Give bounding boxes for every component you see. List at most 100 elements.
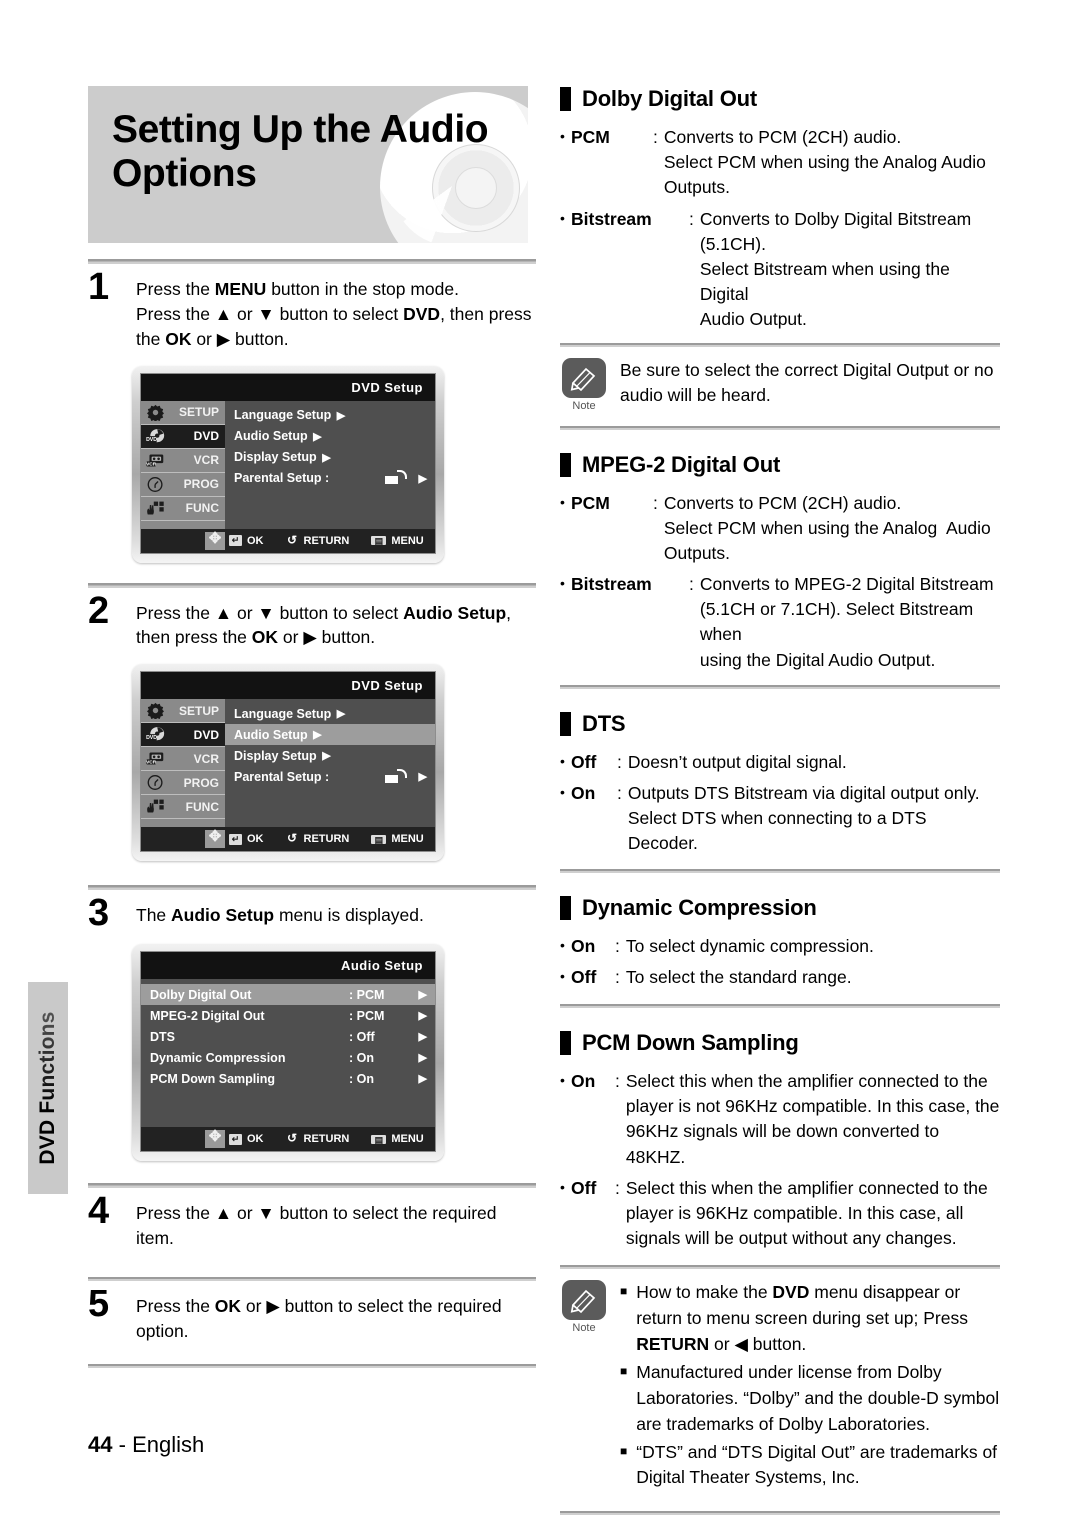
dts-definitions: • Off : Doesn’t output digital signal. •… — [560, 750, 1000, 857]
step-1-text: Press the MENU button in the stop mode. … — [136, 279, 532, 349]
osd-menu-list: Language Setup ▶ Audio Setup ▶ Display S… — [225, 400, 435, 529]
definition-term: On — [571, 935, 596, 956]
osd-row-dynamic-compression[interactable]: Dynamic Compression : On ▶ — [141, 1047, 435, 1068]
sidebar-item-prog[interactable]: PROG — [141, 472, 225, 497]
step-1: 1 Press the MENU button in the stop mode… — [88, 264, 536, 352]
right-column: Dolby Digital Out • PCM : Converts to PC… — [560, 0, 1000, 1516]
section-heading-dts: DTS — [560, 711, 1000, 737]
step-2-number: 2 — [88, 589, 110, 632]
osd-return-label: RETURN — [303, 1133, 350, 1146]
note-list-item: ■ Manufactured under license from Dolby … — [620, 1360, 1000, 1438]
osd-row-value: : On — [349, 1050, 374, 1065]
osd-row-parental-setup[interactable]: Parental Setup : ▶ — [225, 468, 435, 489]
sidebar-item-vcr-label: VCR — [193, 453, 219, 468]
sidebar-item-vcr[interactable]: VCR VCR — [141, 747, 225, 772]
osd-row-value: : PCM — [349, 1008, 385, 1023]
definition-item: • Off : Doesn’t output digital signal. — [560, 750, 1000, 775]
osd-row-mpeg2-digital-out[interactable]: MPEG-2 Digital Out : PCM ▶ — [141, 1005, 435, 1026]
sidebar-item-dvd-label: DVD — [193, 727, 219, 742]
svg-text:VCR: VCR — [146, 461, 157, 467]
definition-desc: Select this when the amplifier connected… — [625, 1070, 1000, 1167]
osd-row-dolby-digital-out[interactable]: Dolby Digital Out : PCM ▶ — [141, 984, 435, 1006]
step-1-number: 1 — [88, 266, 110, 308]
osd-sidebar: SETUP DVD DVD VCR VCR PROG FUNC — [141, 400, 225, 529]
step-5-text: Press the OK or ▶ button to select the r… — [136, 1295, 502, 1341]
ok-icon: ↵ — [229, 833, 242, 845]
section-heading-label: Dynamic Compression — [582, 894, 817, 920]
chevron-right-icon: ▶ — [322, 750, 331, 763]
sidebar-item-dvd[interactable]: DVD DVD — [141, 424, 225, 449]
sidebar-item-setup[interactable]: SETUP — [141, 400, 225, 425]
osd-row-audio-setup-selected[interactable]: Audio Setup ▶ — [225, 724, 435, 746]
sidebar-item-setup[interactable]: SETUP — [141, 699, 225, 724]
definition-colon: : — [615, 1177, 620, 1198]
osd-return-hint: ↺ RETURN — [286, 534, 349, 547]
osd-row-pcm-down-sampling[interactable]: PCM Down Sampling : On ▶ — [141, 1068, 435, 1089]
definition-item: • PCM : Converts to PCM (2CH) audio. Sele… — [560, 491, 1000, 567]
osd-row-audio-setup[interactable]: Audio Setup ▶ — [225, 426, 435, 447]
chevron-right-icon: ▶ — [322, 451, 331, 464]
definition-item: • Off : Select this when the amplifier c… — [560, 1176, 1000, 1252]
page-title-line1: Setting Up the Audio — [112, 108, 489, 151]
ok-icon: ↵ — [229, 535, 242, 547]
hand-icon — [146, 500, 165, 517]
sidebar-item-func[interactable]: FUNC — [141, 795, 225, 820]
divider — [88, 1363, 536, 1368]
footer-separator: - — [118, 1432, 126, 1457]
osd-row-dts[interactable]: DTS : Off ▶ — [141, 1026, 435, 1047]
definition-desc: To select dynamic compression. — [625, 935, 874, 956]
clock-icon — [146, 476, 165, 493]
osd-row-label: Dolby Digital Out — [150, 987, 252, 1002]
osd-row-display-setup[interactable]: Display Setup ▶ — [225, 447, 435, 468]
chapter-tab: DVD Functions — [28, 982, 68, 1194]
ok-icon: ↵ — [229, 1133, 242, 1145]
note-box-digital-output: Note Be sure to select the correct Digit… — [560, 347, 1000, 424]
bullet-icon: • — [560, 752, 565, 769]
sidebar-item-dvd[interactable]: DVD DVD — [141, 723, 225, 748]
sidebar-item-func[interactable]: FUNC — [141, 496, 225, 521]
chevron-right-icon: ▶ — [418, 472, 427, 485]
step-5-number: 5 — [88, 1282, 110, 1325]
definition-colon: : — [615, 935, 620, 956]
pencil-icon — [562, 357, 606, 398]
osd-row-label: Parental Setup : — [234, 769, 330, 784]
definition-item: • Off : To select the standard range. — [560, 965, 1000, 990]
manual-page: DVD Functions Setting Up the Audio Optio… — [0, 0, 1080, 1526]
section-marker-icon — [560, 895, 571, 920]
definition-colon: : — [689, 574, 694, 595]
step-4: 4 Press the ▲ or ▼ button to select the … — [88, 1188, 536, 1251]
sidebar-item-prog[interactable]: PROG — [141, 771, 225, 796]
chevron-right-icon: ▶ — [418, 1010, 427, 1023]
page-title-line2: Options — [112, 152, 257, 196]
definition-desc: Doesn’t output digital signal. — [627, 751, 847, 772]
note-icon-wrap: Note — [560, 1280, 608, 1493]
osd-row-label: Audio Setup — [234, 727, 308, 742]
sidebar-item-vcr[interactable]: VCR VCR — [141, 448, 225, 473]
sidebar-item-vcr-label: VCR — [193, 751, 219, 766]
square-bullet-icon: ■ — [620, 1284, 628, 1299]
osd-screen: Audio Setup Dolby Digital Out : PCM ▶ MP… — [140, 951, 436, 1153]
note-text: Be sure to select the correct Digital Ou… — [620, 359, 994, 406]
definition-colon: : — [653, 127, 658, 147]
definition-item: • On : Select this when the amplifier co… — [560, 1069, 1000, 1170]
osd-ok-label: OK — [247, 833, 264, 846]
osd-screenshot-audio-selected: DVD Setup SETUP DVD DVD VCR VCR PROG FUN… — [132, 664, 444, 862]
menu-icon: ▤ — [371, 536, 387, 546]
osd-row-language-setup[interactable]: Language Setup ▶ — [225, 405, 435, 426]
definition-colon: : — [617, 751, 622, 772]
osd-row-display-setup[interactable]: Display Setup ▶ — [225, 745, 435, 766]
section-heading-label: DTS — [582, 710, 626, 736]
note-list-item-text: “DTS” and “DTS Digital Out” are trademar… — [636, 1441, 998, 1488]
bullet-icon: • — [560, 493, 565, 510]
section-marker-icon — [560, 711, 571, 736]
chevron-right-icon: ▶ — [418, 1052, 427, 1065]
osd-row-language-setup[interactable]: Language Setup ▶ — [225, 703, 435, 724]
vcr-icon: VCR — [146, 750, 165, 767]
osd-row-parental-setup[interactable]: Parental Setup : ▶ — [225, 766, 435, 787]
definition-desc: Converts to PCM (2CH) audio. Select PCM w… — [663, 127, 986, 198]
divider — [560, 684, 1000, 689]
bullet-icon: • — [560, 209, 565, 226]
dpad-icon — [205, 827, 225, 849]
section-marker-icon — [560, 1030, 571, 1055]
definition-term: PCM — [571, 492, 610, 513]
